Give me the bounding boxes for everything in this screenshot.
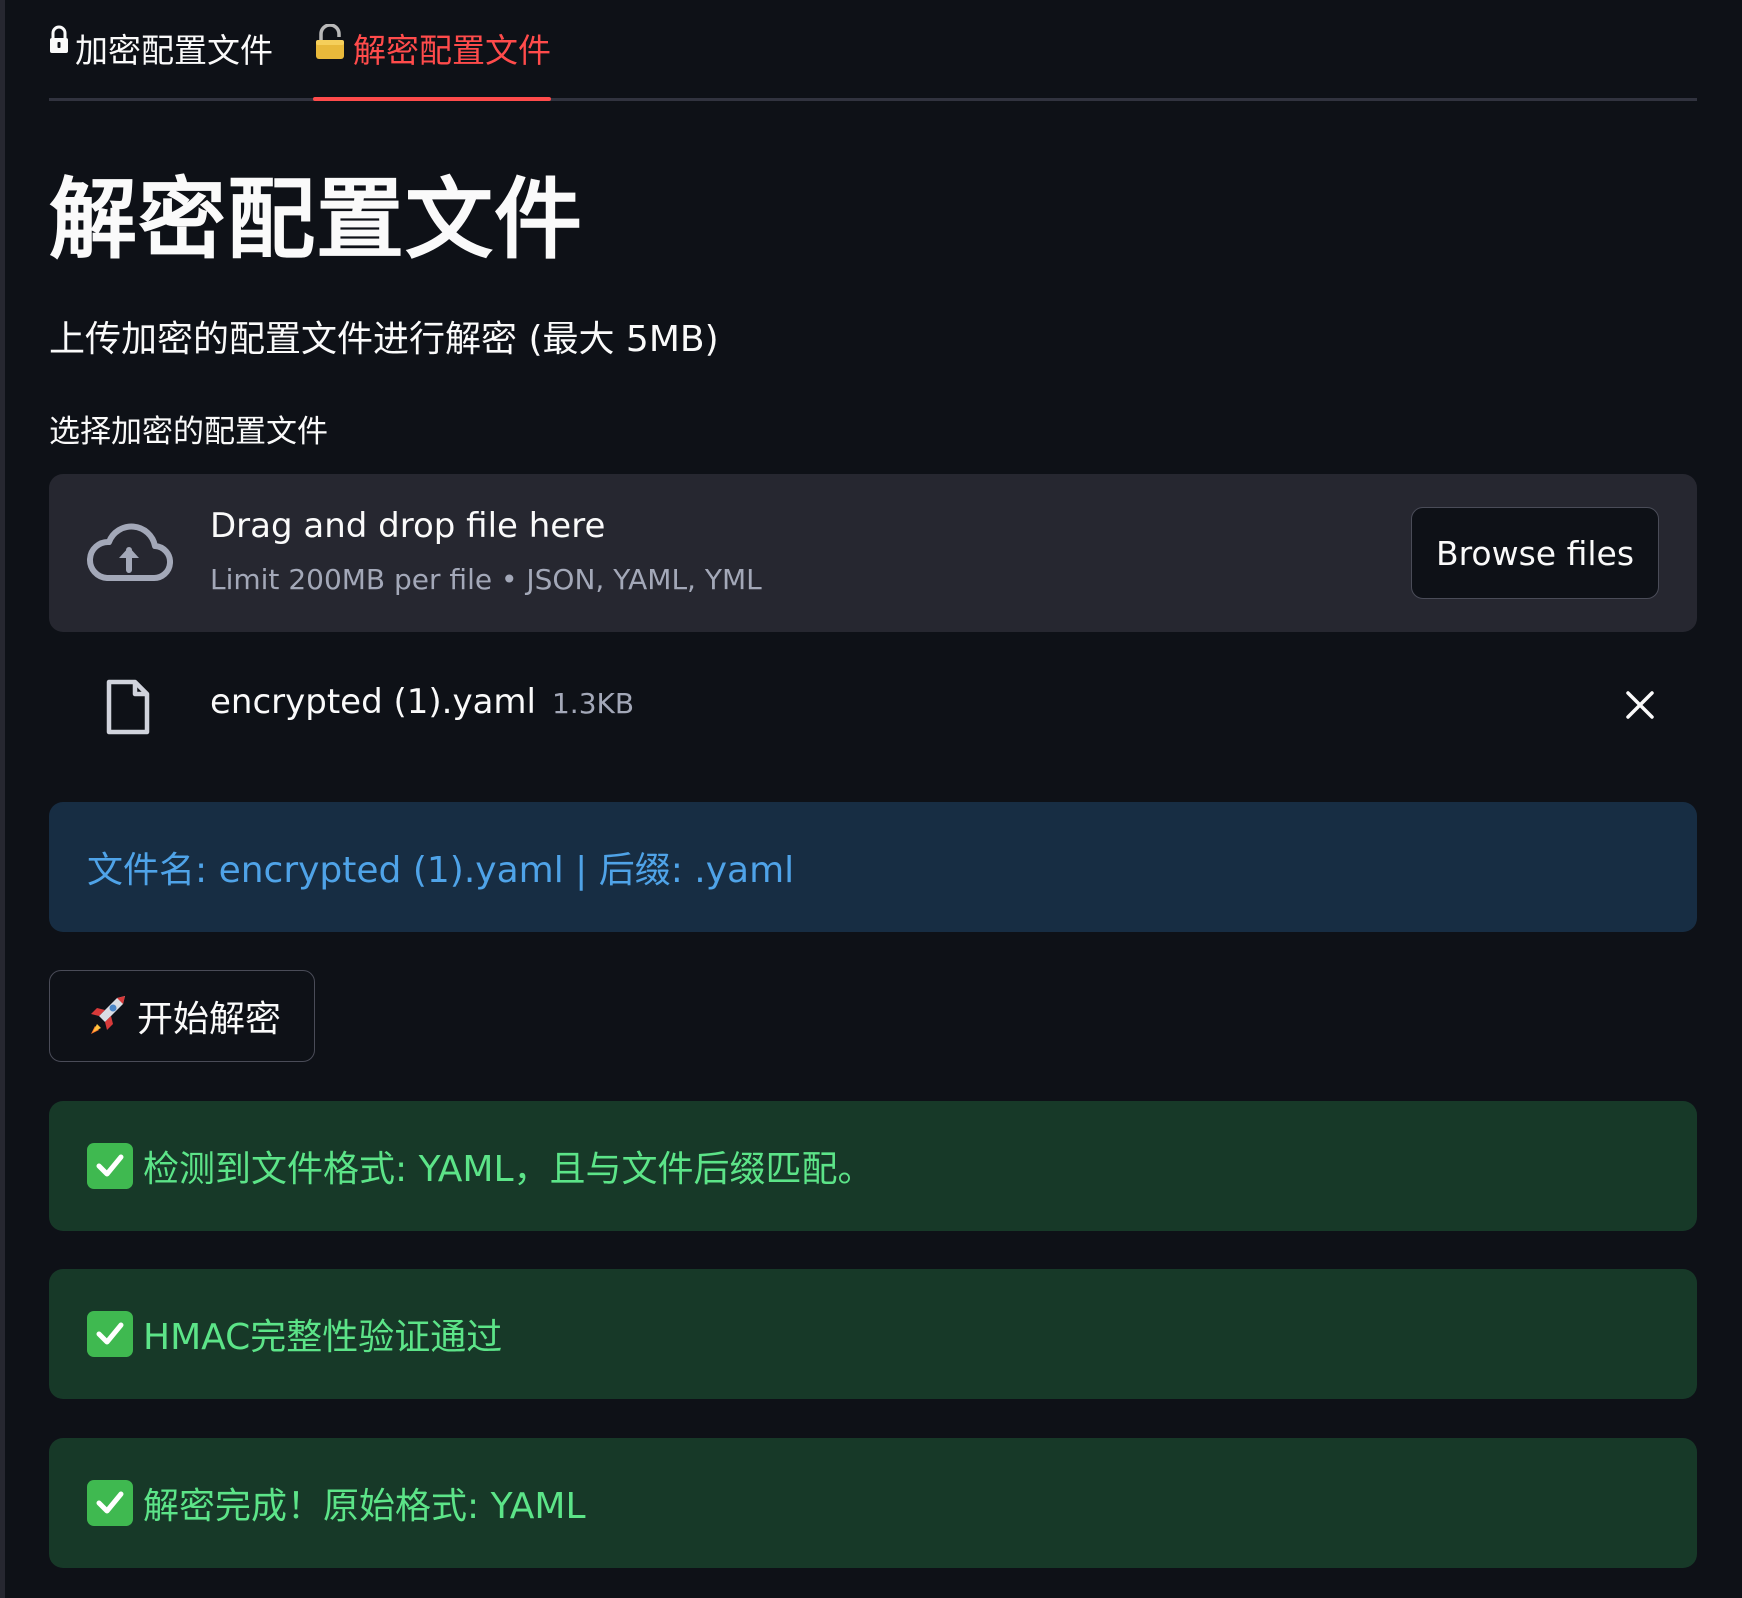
dropzone-instructions: Drag and drop file here (210, 506, 606, 546)
file-dropzone[interactable]: Drag and drop file here Limit 200MB per … (49, 474, 1697, 632)
browse-files-button[interactable]: Browse files (1411, 507, 1659, 599)
success-alert-complete-text: 解密完成！原始格式: YAML (143, 1486, 586, 1527)
uploaded-file-row: encrypted (1).yaml 1.3KB (49, 660, 1697, 750)
open-lock-icon (313, 23, 347, 68)
tab-decrypt-label: 解密配置文件 (353, 31, 551, 70)
success-alert-format-text: 检测到文件格式: YAML，且与文件后缀匹配。 (143, 1149, 874, 1190)
file-info-alert: 文件名: encrypted (1).yaml | 后缀: .yaml (49, 802, 1697, 932)
start-decrypt-button[interactable]: 开始解密 (49, 970, 315, 1062)
tab-bar: 加密配置文件 解密配置文件 (49, 0, 1697, 101)
tab-encrypt[interactable]: 加密配置文件 (49, 0, 273, 98)
uploaded-file-size: 1.3KB (551, 687, 635, 720)
uploaded-file-info: encrypted (1).yaml 1.3KB (210, 680, 634, 726)
cloud-upload-icon (86, 523, 173, 582)
success-alert-complete: 解密完成！原始格式: YAML (49, 1438, 1697, 1568)
app-main: 加密配置文件 解密配置文件 解密配置文件 上传加密的配置文件进行解密 (最大 5… (49, 0, 1697, 1568)
uploader-label: 选择加密的配置文件 (49, 414, 328, 450)
success-alert-hmac: HMAC完整性验证通过 (49, 1269, 1697, 1399)
active-tab-indicator (313, 97, 551, 101)
uploaded-file-name: encrypted (1).yaml (210, 682, 536, 722)
tab-decrypt[interactable]: 解密配置文件 (313, 0, 551, 101)
success-alert-format: 检测到文件格式: YAML，且与文件后缀匹配。 (49, 1101, 1697, 1231)
rocket-icon (90, 996, 125, 1034)
page-title: 解密配置文件 (49, 168, 584, 271)
file-icon (106, 679, 150, 735)
check-mark-icon (87, 1311, 133, 1357)
tab-encrypt-label: 加密配置文件 (75, 31, 273, 70)
file-info-text: 文件名: encrypted (1).yaml | 后缀: .yaml (87, 850, 795, 891)
close-icon[interactable] (1625, 690, 1655, 720)
check-mark-icon (87, 1480, 133, 1526)
check-mark-icon (87, 1143, 133, 1189)
success-alert-hmac-text: HMAC完整性验证通过 (143, 1317, 503, 1358)
left-edge-bar (0, 0, 5, 1598)
lock-icon (49, 24, 69, 63)
start-decrypt-label: 开始解密 (136, 999, 281, 1040)
page-subtitle: 上传加密的配置文件进行解密 (最大 5MB) (49, 319, 719, 360)
dropzone-limit: Limit 200MB per file • JSON, YAML, YML (210, 563, 762, 596)
